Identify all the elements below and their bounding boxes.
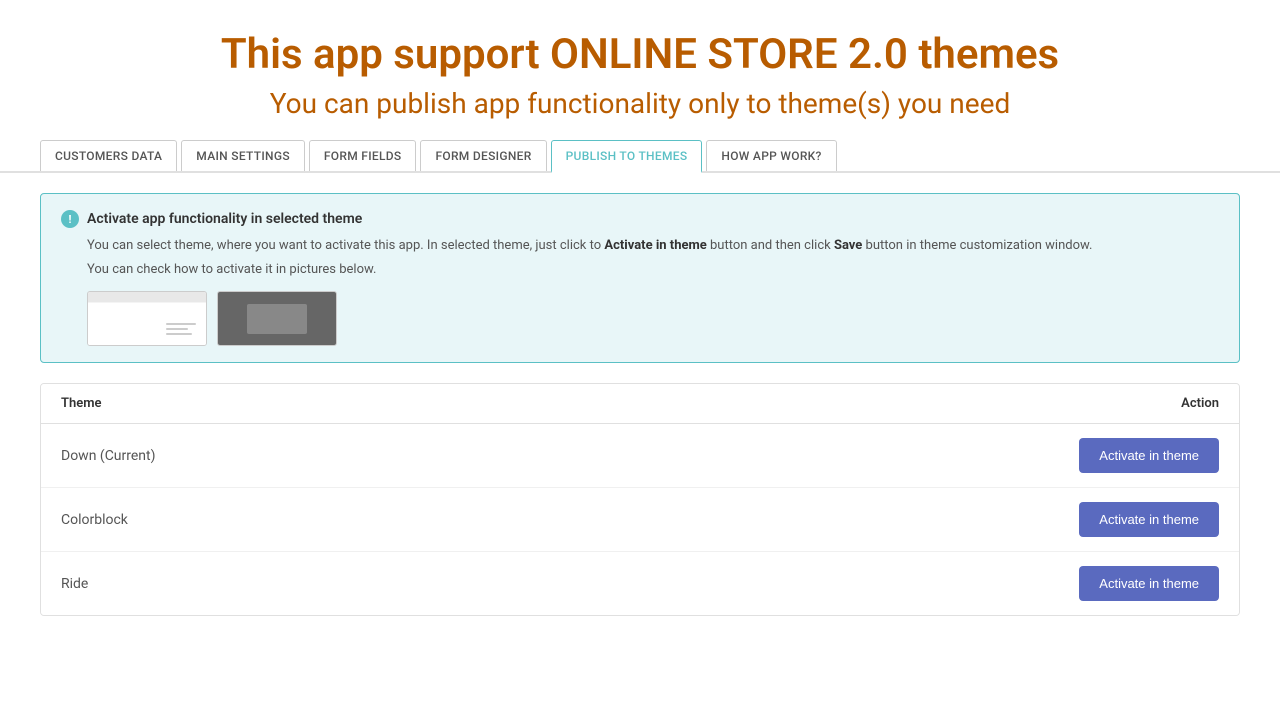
theme-name-down: Down (Current): [61, 448, 156, 464]
info-icon: !: [61, 210, 79, 228]
tab-form-fields[interactable]: FORM FIELDS: [309, 140, 417, 171]
themes-table: Theme Action Down (Current) Activate in …: [40, 383, 1240, 616]
info-text-1: You can select theme, where you want to …: [87, 236, 1219, 256]
thumbnails: [87, 291, 1219, 346]
info-text-2: You can check how to activate it in pict…: [87, 260, 1219, 280]
table-header: Theme Action: [41, 384, 1239, 424]
activate-theme-ride-button[interactable]: Activate in theme: [1079, 566, 1219, 601]
tab-publish-to-themes[interactable]: PUBLISH TO THEMES: [551, 140, 703, 173]
tab-customers-data[interactable]: CUSTOMERS DATA: [40, 140, 177, 171]
col-action-label: Action: [1181, 396, 1219, 411]
tab-form-designer[interactable]: FORM DESIGNER: [420, 140, 546, 171]
table-row: Down (Current) Activate in theme: [41, 424, 1239, 488]
thumbnail-1-lines: [166, 323, 196, 335]
thumbnail-line: [166, 323, 196, 325]
info-box: ! Activate app functionality in selected…: [40, 193, 1240, 363]
table-row: Ride Activate in theme: [41, 552, 1239, 615]
theme-name-ride: Ride: [61, 576, 88, 592]
thumbnail-line: [166, 328, 188, 330]
tab-main-settings[interactable]: MAIN SETTINGS: [181, 140, 305, 171]
thumbnail-1-inner: [88, 292, 206, 345]
thumbnail-line: [166, 333, 192, 335]
thumbnail-2-screen: [247, 304, 307, 334]
page-title-sub: You can publish app functionality only t…: [20, 87, 1260, 120]
tab-how-app-work[interactable]: HOW APP WORK?: [706, 140, 836, 171]
tabs-container: CUSTOMERS DATA MAIN SETTINGS FORM FIELDS…: [0, 140, 1280, 173]
page-header: This app support ONLINE STORE 2.0 themes…: [0, 0, 1280, 140]
page-title-main: This app support ONLINE STORE 2.0 themes: [20, 30, 1260, 79]
activate-theme-down-button[interactable]: Activate in theme: [1079, 438, 1219, 473]
info-box-header: ! Activate app functionality in selected…: [61, 210, 1219, 228]
thumbnail-1: [87, 291, 207, 346]
activate-theme-colorblock-button[interactable]: Activate in theme: [1079, 502, 1219, 537]
thumbnail-2: [217, 291, 337, 346]
info-title: Activate app functionality in selected t…: [87, 211, 362, 227]
main-content: ! Activate app functionality in selected…: [0, 173, 1280, 636]
table-row: Colorblock Activate in theme: [41, 488, 1239, 552]
col-theme-label: Theme: [61, 396, 102, 411]
theme-name-colorblock: Colorblock: [61, 512, 128, 528]
thumbnail-2-inner: [218, 292, 336, 345]
